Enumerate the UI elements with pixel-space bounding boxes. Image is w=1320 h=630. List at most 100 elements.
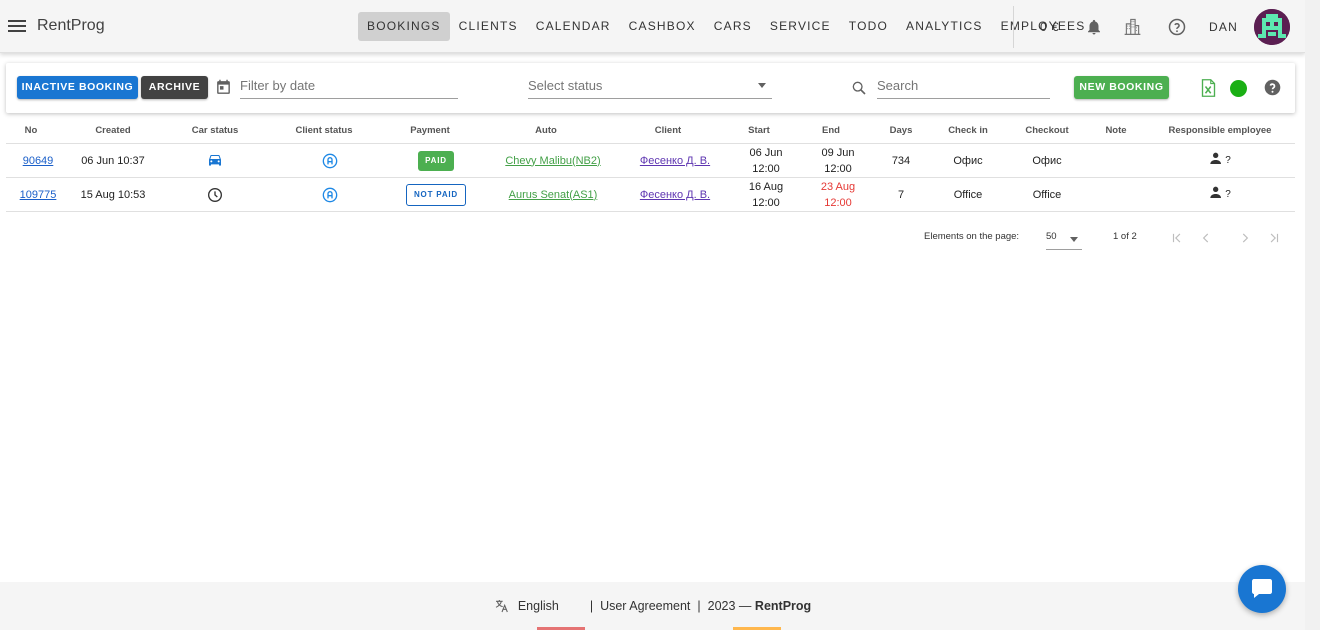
search-input[interactable] xyxy=(877,78,1050,93)
end-date: 09 Jun xyxy=(821,146,855,159)
end-cell: 23 Aug 12:00 xyxy=(802,178,874,211)
last-page-icon[interactable] xyxy=(1267,231,1281,250)
nav-todo[interactable]: TODO xyxy=(840,12,897,41)
header-client-status[interactable]: Client status xyxy=(277,119,371,143)
header-client[interactable]: Client xyxy=(620,119,716,143)
header-created[interactable]: Created xyxy=(70,119,156,143)
translate-icon[interactable] xyxy=(494,598,510,614)
note-cell xyxy=(1090,144,1142,177)
bookings-toolbar: INACTIVE BOOKING ARCHIVE Select status N… xyxy=(6,63,1295,113)
nav-analytics[interactable]: ANALYTICS xyxy=(897,12,992,41)
header-checkout[interactable]: Checkout xyxy=(1014,119,1080,143)
nav-cashbox[interactable]: CASHBOX xyxy=(620,12,705,41)
clock-icon xyxy=(174,178,256,211)
app-title[interactable]: RentProg xyxy=(37,17,105,35)
date-filter-input[interactable] xyxy=(240,78,458,93)
created-cell: 06 Jun 10:37 xyxy=(81,154,145,167)
city-icon[interactable] xyxy=(1122,16,1143,42)
header-days[interactable]: Days xyxy=(874,119,928,143)
header-auto[interactable]: Auto xyxy=(486,119,606,143)
header-divider xyxy=(1013,6,1014,48)
header-responsible-employee[interactable]: Responsible employee xyxy=(1156,119,1284,143)
nav-calendar[interactable]: CALENDAR xyxy=(527,12,620,41)
previous-page-icon[interactable] xyxy=(1199,231,1213,250)
header-check-in[interactable]: Check in xyxy=(938,119,998,143)
excel-icon[interactable] xyxy=(1201,79,1216,102)
nav-cars[interactable]: CARS xyxy=(705,12,761,41)
rows-per-page-value: 50 xyxy=(1046,231,1057,242)
next-page-icon[interactable] xyxy=(1238,231,1252,250)
start-time: 12:00 xyxy=(752,162,780,175)
header-no[interactable]: No xyxy=(6,119,56,143)
chat-icon[interactable] xyxy=(1238,565,1286,613)
table-row[interactable]: 109775 15 Aug 10:53 NOT PAID Aurus Senat… xyxy=(6,178,1295,212)
days-cell: 7 xyxy=(897,188,905,201)
client-link[interactable]: Фесенко Д. В. xyxy=(640,187,710,203)
table-header-row: No Created Car status Client status Paym… xyxy=(6,119,1295,144)
user-name[interactable]: DAN xyxy=(1209,20,1238,34)
start-date: 16 Aug xyxy=(748,180,784,193)
created-cell: 15 Aug 10:53 xyxy=(80,188,146,201)
rows-per-page-select[interactable]: 50 xyxy=(1046,228,1082,250)
car-link[interactable]: Chevy Malibu(NB2) xyxy=(505,153,600,169)
header-payment[interactable]: Payment xyxy=(387,119,473,143)
language-selector[interactable]: English xyxy=(518,599,559,613)
copyright-year: 2023 — xyxy=(707,599,752,613)
header-start[interactable]: Start xyxy=(730,119,788,143)
user-agreement-link[interactable]: User Agreement xyxy=(600,599,690,613)
header-end[interactable]: End xyxy=(802,119,860,143)
payment-status-badge[interactable]: NOT PAID xyxy=(405,183,467,206)
new-booking-button[interactable]: NEW BOOKING xyxy=(1074,76,1169,99)
start-cell: 06 Jun 12:00 xyxy=(730,144,802,177)
header-note[interactable]: Note xyxy=(1090,119,1142,143)
online-status-icon xyxy=(1230,80,1247,97)
header-car-status[interactable]: Car status xyxy=(174,119,256,143)
person-icon[interactable] xyxy=(1209,185,1225,204)
booking-number-link[interactable]: 109775 xyxy=(20,187,57,203)
check-in-cell: Офис xyxy=(953,154,983,167)
scrollbar[interactable] xyxy=(1305,0,1320,630)
note-cell xyxy=(1090,178,1142,211)
end-time: 12:00 xyxy=(824,196,852,209)
car-icon xyxy=(174,144,256,177)
menu-icon[interactable] xyxy=(8,17,26,35)
client-a-icon xyxy=(277,178,383,211)
days-cell: 734 xyxy=(891,154,911,167)
search-field[interactable] xyxy=(877,77,1050,99)
payment-status-badge[interactable]: PAID xyxy=(418,150,454,171)
end-cell: 09 Jun 12:00 xyxy=(802,144,874,177)
booking-number-link[interactable]: 90649 xyxy=(23,153,54,169)
end-time: 12:00 xyxy=(824,162,852,175)
table-row[interactable]: 90649 06 Jun 10:37 PAID Chevy Malibu(NB2… xyxy=(6,144,1295,178)
top-app-bar: RentProg BOOKINGS CLIENTS CALENDAR CASHB… xyxy=(0,0,1305,53)
first-page-icon[interactable] xyxy=(1170,231,1184,250)
help-icon[interactable] xyxy=(1264,79,1281,101)
calendar-icon[interactable] xyxy=(215,79,232,101)
bell-icon[interactable] xyxy=(1085,17,1103,42)
balance[interactable]: 0 € xyxy=(1040,20,1060,34)
date-filter-field[interactable] xyxy=(240,77,458,99)
nav-bookings[interactable]: BOOKINGS xyxy=(358,12,450,41)
checkout-cell: Office xyxy=(1032,188,1062,201)
check-in-cell: Office xyxy=(953,188,983,201)
inactive-booking-button[interactable]: INACTIVE BOOKING xyxy=(17,76,138,99)
avatar[interactable] xyxy=(1254,9,1290,45)
help-circle-icon[interactable] xyxy=(1168,18,1186,41)
bookings-table: No Created Car status Client status Paym… xyxy=(6,119,1295,212)
car-link[interactable]: Aurus Senat(AS1) xyxy=(509,187,598,203)
end-date: 23 Aug xyxy=(820,180,856,193)
responsible-employee-cell[interactable]: ? xyxy=(1156,144,1284,177)
nav-service[interactable]: SERVICE xyxy=(761,12,840,41)
chevron-down-icon xyxy=(758,83,766,88)
person-icon[interactable] xyxy=(1209,151,1225,170)
status-select-placeholder: Select status xyxy=(528,78,603,93)
status-select[interactable]: Select status xyxy=(528,77,772,99)
search-icon xyxy=(851,80,867,101)
footer: English | User Agreement | 2023 — RentPr… xyxy=(0,582,1305,630)
archive-button[interactable]: ARCHIVE xyxy=(141,76,208,99)
client-link[interactable]: Фесенко Д. В. xyxy=(640,153,710,169)
responsible-employee-cell[interactable]: ? xyxy=(1156,178,1284,211)
pagination: Elements on the page: 50 1 of 2 xyxy=(0,226,1305,252)
start-cell: 16 Aug 12:00 xyxy=(730,178,802,211)
nav-clients[interactable]: CLIENTS xyxy=(450,12,527,41)
